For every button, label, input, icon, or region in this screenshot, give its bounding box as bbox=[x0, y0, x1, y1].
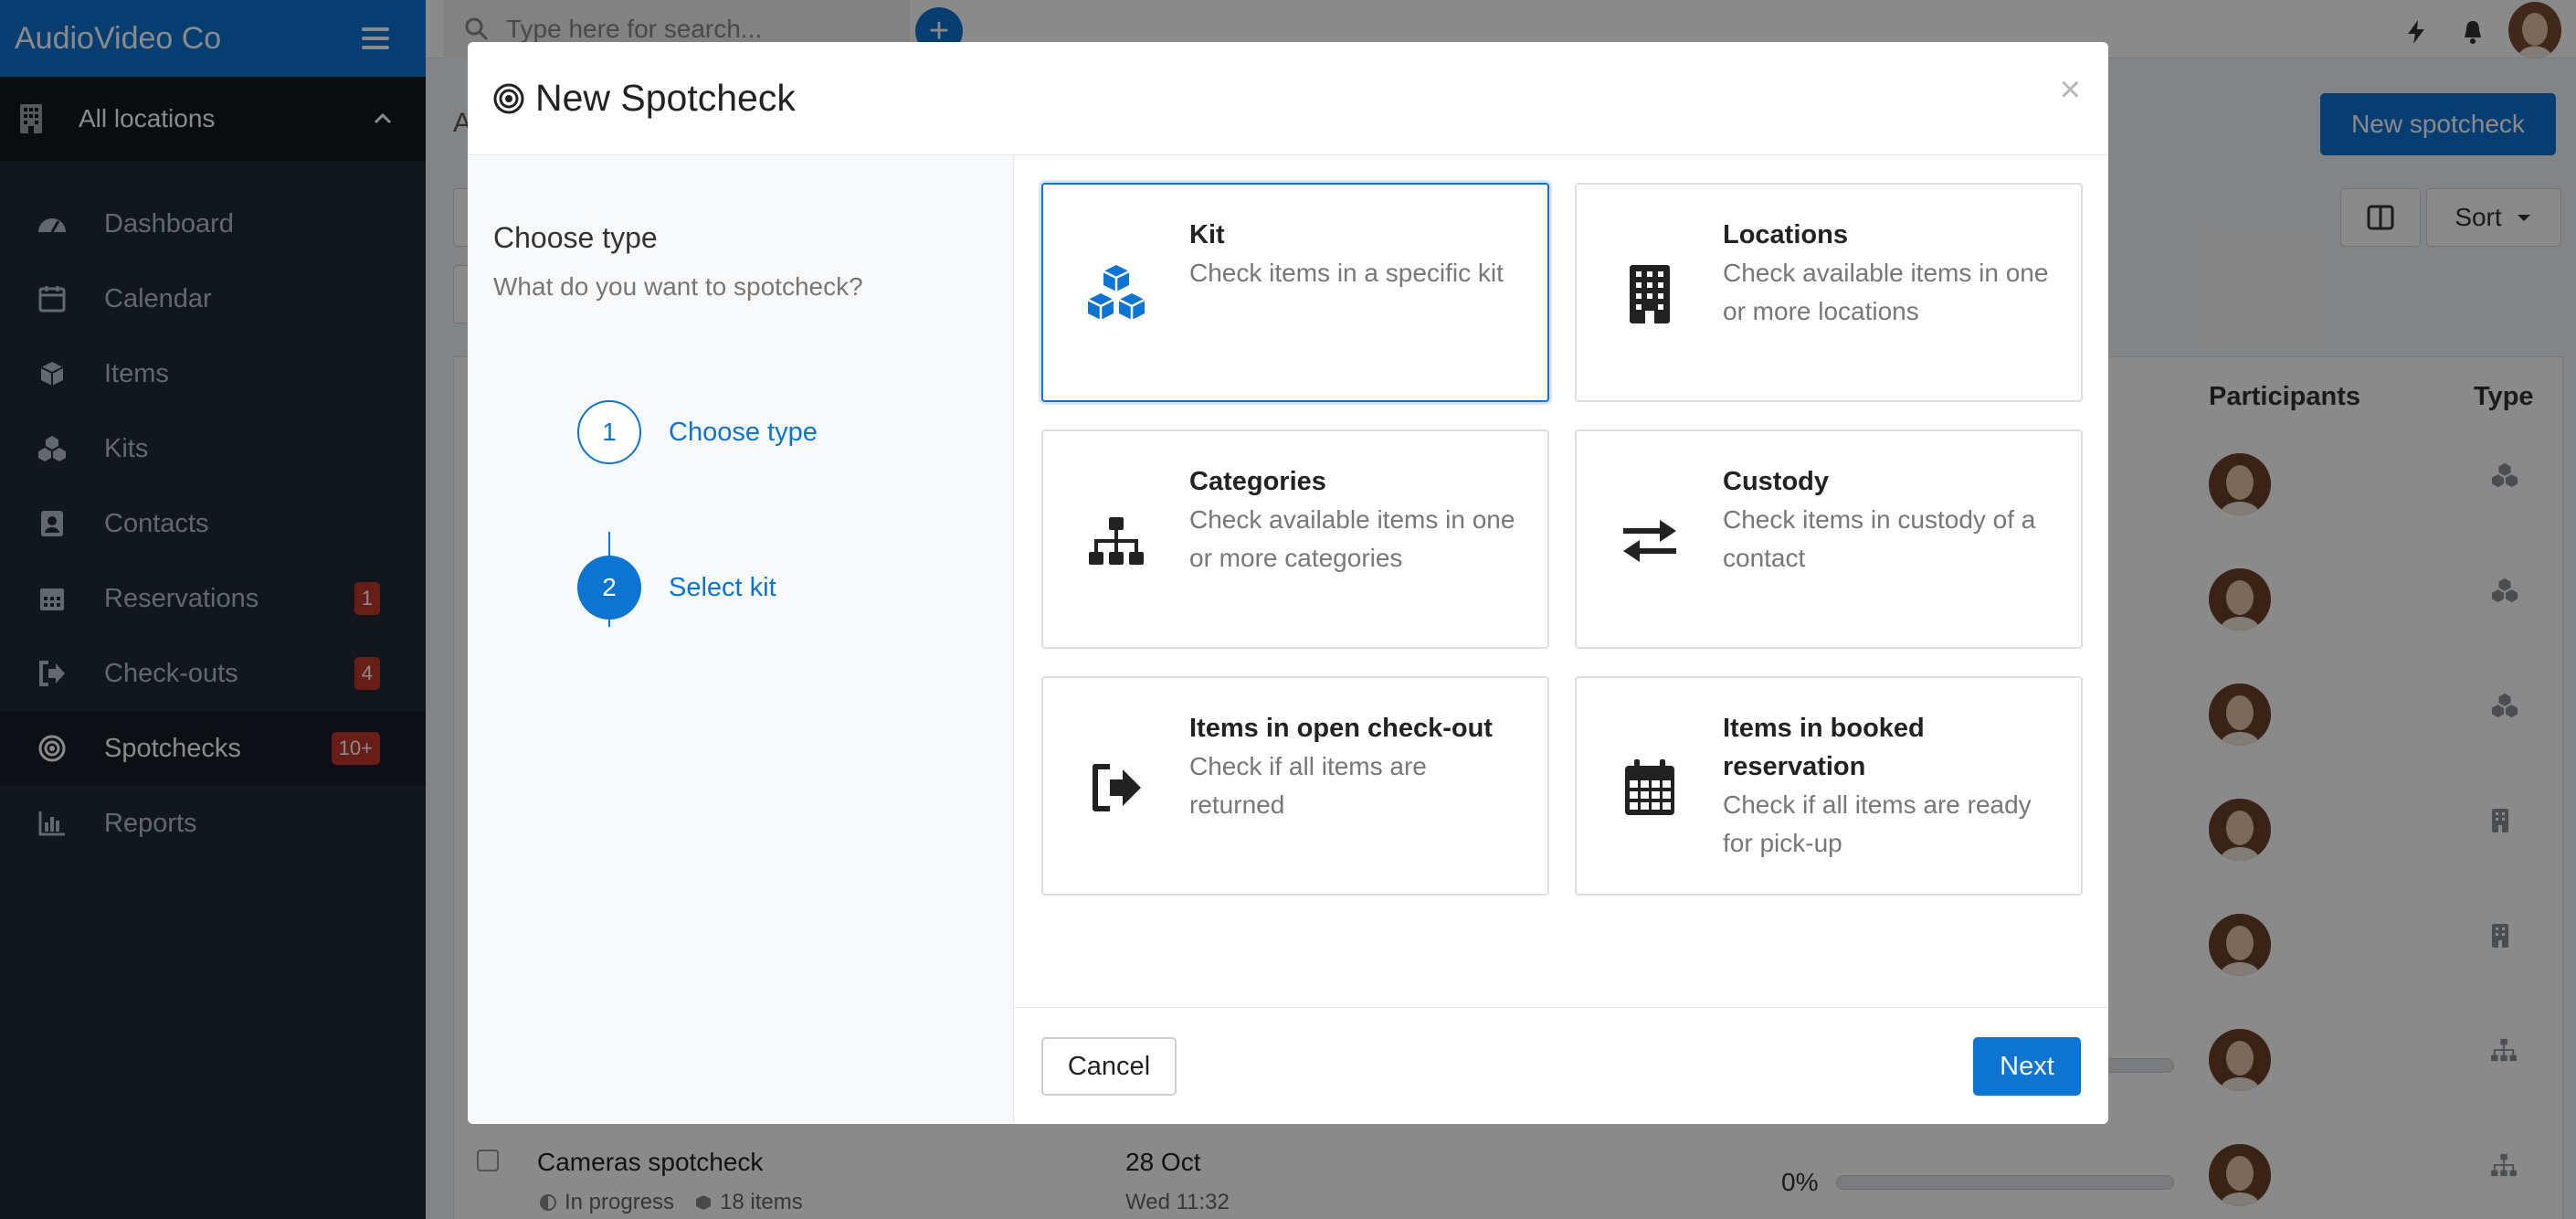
type-card-kit[interactable]: Kit Check items in a specific kit bbox=[1041, 183, 1549, 402]
card-title: Categories bbox=[1189, 467, 1326, 496]
step-number: 1 bbox=[577, 400, 641, 464]
type-card-items-in-open-check-out[interactable]: Items in open check-out Check if all item… bbox=[1041, 676, 1549, 896]
type-card-locations[interactable]: Locations Check available items in one or… bbox=[1575, 183, 2083, 402]
target-icon bbox=[493, 83, 524, 113]
card-text: Locations Check available items in one or… bbox=[1723, 216, 2061, 331]
wizard-sidebar: Choose type What do you want to spotchec… bbox=[468, 155, 1014, 1124]
type-card-custody[interactable]: Custody Check items in custody of a conta… bbox=[1575, 429, 2083, 649]
modal-title: New Spotcheck bbox=[535, 77, 796, 119]
card-title: Locations bbox=[1723, 220, 1848, 249]
modal-header: New Spotcheck bbox=[468, 42, 2108, 155]
step-label: Choose type bbox=[669, 417, 818, 447]
card-title: Items in booked reservation bbox=[1723, 714, 1925, 781]
card-text: Categories Check available items in one o… bbox=[1189, 462, 1527, 578]
calendar-grid-icon bbox=[1613, 751, 1686, 824]
building-icon bbox=[1613, 258, 1686, 331]
sitemap-icon bbox=[1080, 504, 1153, 578]
modal-footer: Cancel Next bbox=[1014, 1007, 2108, 1124]
sign-out-icon bbox=[1080, 751, 1153, 824]
card-text: Custody Check items in custody of a conta… bbox=[1723, 462, 2061, 578]
cubes-icon bbox=[1080, 258, 1153, 331]
step-number: 2 bbox=[577, 556, 641, 620]
card-description: Check items in a specific kit bbox=[1189, 259, 1504, 287]
next-button[interactable]: Next bbox=[1973, 1037, 2081, 1096]
step-select-kit[interactable]: 2 Select kit bbox=[577, 556, 776, 620]
card-description: Check items in custody of a contact bbox=[1723, 505, 2036, 572]
wizard-subheading: What do you want to spotcheck? bbox=[493, 272, 863, 301]
card-title: Kit bbox=[1189, 220, 1225, 249]
type-card-categories[interactable]: Categories Check available items in one o… bbox=[1041, 429, 1549, 649]
card-description: Check available items in one or more loc… bbox=[1723, 259, 2049, 325]
step-choose-type[interactable]: 1 Choose type bbox=[577, 400, 818, 464]
exchange-icon bbox=[1613, 504, 1686, 578]
type-card-items-in-booked-reservation[interactable]: Items in booked reservation Check if all … bbox=[1575, 676, 2083, 896]
card-text: Items in booked reservation Check if all … bbox=[1723, 709, 2061, 863]
card-description: Check available items in one or more cat… bbox=[1189, 505, 1515, 572]
cancel-button[interactable]: Cancel bbox=[1041, 1037, 1177, 1096]
new-spotcheck-modal: New Spotcheck × Choose type What do you … bbox=[468, 42, 2108, 1124]
card-description: Check if all items are returned bbox=[1189, 752, 1427, 819]
wizard-heading: Choose type bbox=[493, 221, 658, 254]
step-label: Select kit bbox=[669, 572, 776, 602]
card-text: Items in open check-out Check if all item… bbox=[1189, 709, 1527, 824]
card-text: Kit Check items in a specific kit bbox=[1189, 216, 1527, 292]
card-title: Custody bbox=[1723, 467, 1829, 496]
card-title: Items in open check-out bbox=[1189, 714, 1493, 743]
close-icon[interactable]: × bbox=[2060, 69, 2081, 111]
card-description: Check if all items are ready for pick-up bbox=[1723, 790, 2032, 857]
